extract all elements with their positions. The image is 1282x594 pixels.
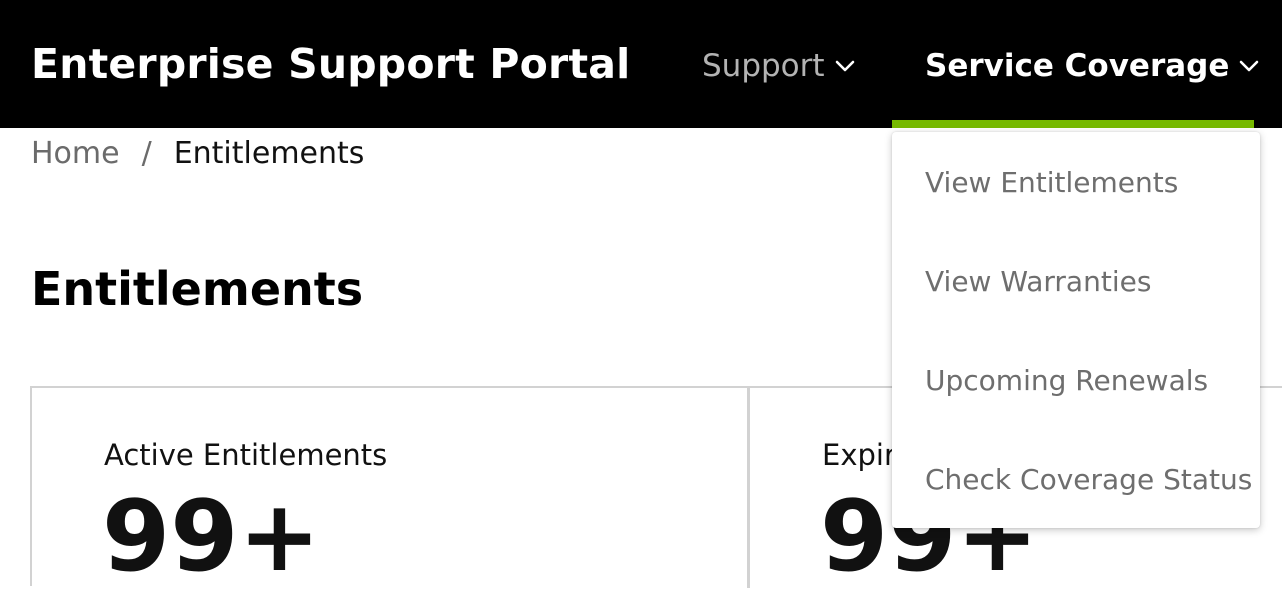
menu-item-view-entitlements[interactable]: View Entitlements — [925, 162, 1178, 202]
nav-support[interactable]: Support — [702, 46, 855, 86]
breadcrumb-current: Entitlements — [173, 136, 365, 171]
card-value: 99+ — [102, 480, 321, 594]
breadcrumb-home-link[interactable]: Home — [31, 136, 120, 171]
menu-item-check-coverage-status[interactable]: Check Coverage Status — [925, 459, 1252, 499]
nav-service-coverage-label: Service Coverage — [925, 48, 1230, 84]
portal-title[interactable]: Enterprise Support Portal — [31, 40, 630, 88]
summary-card-active-entitlements[interactable]: Active Entitlements 99+ — [32, 388, 750, 588]
chevron-down-icon — [835, 59, 855, 73]
breadcrumb: Home / Entitlements — [31, 136, 364, 171]
card-label: Active Entitlements — [104, 438, 388, 472]
active-nav-indicator — [892, 120, 1254, 128]
service-coverage-dropdown-menu: View Entitlements View Warranties Upcomi… — [892, 132, 1260, 528]
menu-item-view-warranties[interactable]: View Warranties — [925, 261, 1151, 301]
page-title: Entitlements — [31, 262, 364, 316]
chevron-down-icon — [1239, 59, 1259, 73]
top-navigation-bar: Enterprise Support Portal Support Servic… — [0, 0, 1282, 128]
nav-support-label: Support — [702, 48, 825, 84]
menu-item-upcoming-renewals[interactable]: Upcoming Renewals — [925, 360, 1208, 400]
nav-service-coverage[interactable]: Service Coverage — [925, 46, 1259, 86]
breadcrumb-separator: / — [141, 136, 152, 171]
